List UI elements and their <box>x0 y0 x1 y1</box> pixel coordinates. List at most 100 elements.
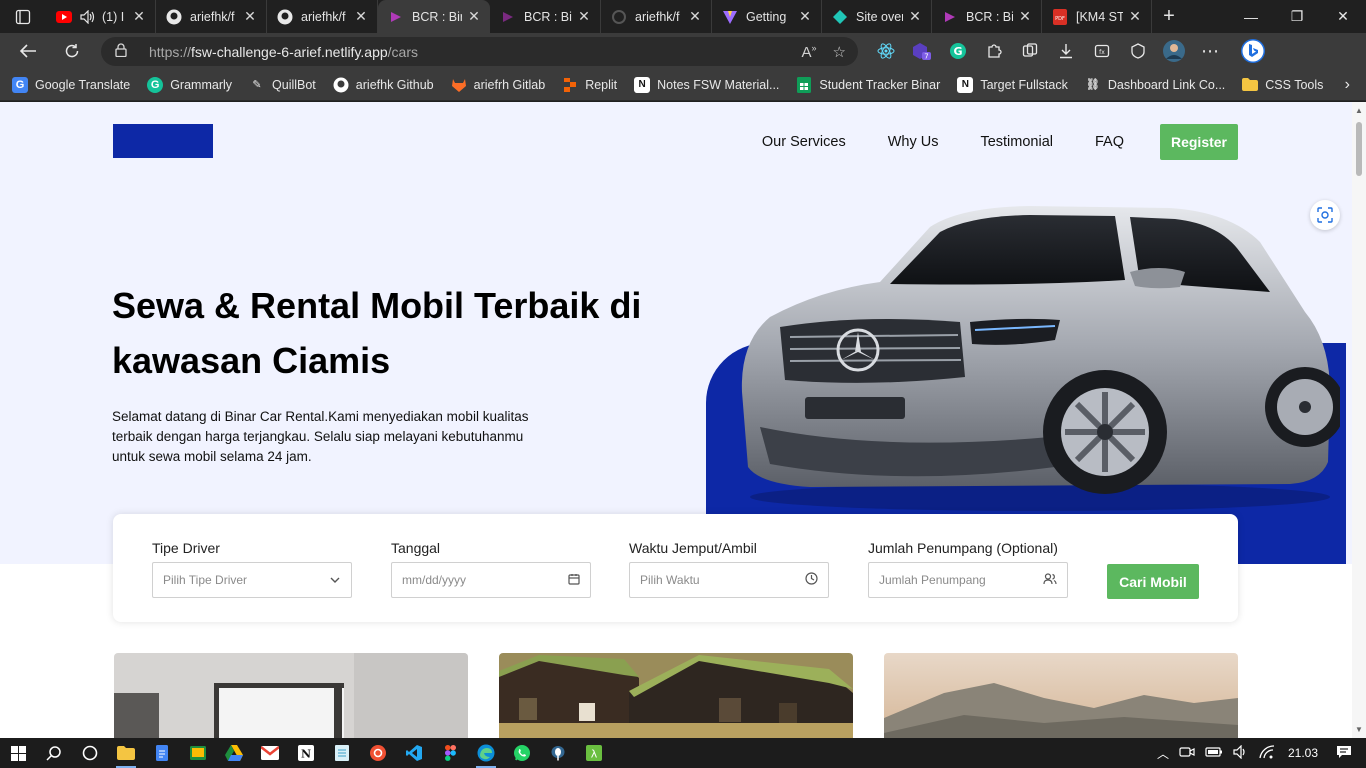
browser-tab[interactable]: (1) I ✕ <box>46 0 156 33</box>
bookmark-quillbot[interactable]: ✎ QuillBot <box>249 77 315 93</box>
close-tab-icon[interactable]: ✕ <box>1017 8 1033 25</box>
pickup-time-input[interactable]: Pilih Waktu <box>629 562 829 598</box>
nav-link-faq[interactable]: FAQ <box>1095 134 1124 150</box>
car-card-image[interactable] <box>884 653 1238 738</box>
browser-tab[interactable]: Site over ✕ <box>822 0 932 33</box>
bookmark-notes-fsw[interactable]: N Notes FSW Material... <box>634 76 779 93</box>
extensions-puzzle-icon[interactable] <box>976 33 1012 69</box>
scroll-down-icon[interactable]: ▼ <box>1352 725 1366 734</box>
favorite-add-icon[interactable]: ☆ <box>833 43 846 61</box>
scrollbar-thumb[interactable] <box>1356 122 1362 176</box>
postgresql-icon[interactable] <box>540 738 576 768</box>
bookmark-student-tracker[interactable]: Student Tracker Binar <box>796 76 940 93</box>
file-explorer-icon[interactable] <box>108 738 144 768</box>
gmail-icon[interactable] <box>252 738 288 768</box>
cortana-icon[interactable] <box>72 738 108 768</box>
split-screen-icon[interactable] <box>1012 33 1048 69</box>
driver-type-select[interactable]: Pilih Tipe Driver <box>152 562 352 598</box>
browser-tab[interactable]: PDF [KM4 ST ✕ <box>1042 0 1152 33</box>
google-drive-icon[interactable] <box>216 738 252 768</box>
nav-link-why-us[interactable]: Why Us <box>888 134 939 150</box>
calendar-icon[interactable] <box>568 573 580 588</box>
google-docs-icon[interactable] <box>144 738 180 768</box>
more-menu-icon[interactable]: ⋯ <box>1192 33 1228 69</box>
browser-tab[interactable]: Getting ✕ <box>712 0 822 33</box>
address-bar[interactable]: https://fsw-challenge-6-arief.netlify.ap… <box>101 37 858 66</box>
browser-tab[interactable]: ariefhk/f ✕ <box>156 0 267 33</box>
close-tab-icon[interactable]: ✕ <box>576 8 592 25</box>
tray-overflow-icon[interactable]: ︿ <box>1157 745 1169 762</box>
windows-start-icon[interactable] <box>0 738 36 768</box>
grammarly-icon[interactable]: G <box>940 33 976 69</box>
bookmark-github[interactable]: ariefhk Github <box>333 77 434 93</box>
refresh-icon[interactable] <box>52 33 92 69</box>
close-tab-icon[interactable]: ✕ <box>466 8 482 25</box>
close-tab-icon[interactable]: ✕ <box>907 8 923 25</box>
web-capture-icon[interactable]: fx <box>1084 33 1120 69</box>
performance-icon[interactable] <box>1120 33 1156 69</box>
bookmark-dashboard-link[interactable]: ⛓ Dashboard Link Co... <box>1085 77 1225 93</box>
bookmark-google-translate[interactable]: G Google Translate <box>12 76 130 93</box>
whatsapp-icon[interactable] <box>504 738 540 768</box>
lambda-app-icon[interactable]: λ <box>576 738 612 768</box>
back-icon[interactable] <box>8 33 48 69</box>
close-window-icon[interactable]: ✕ <box>1320 0 1366 33</box>
visual-search-icon[interactable] <box>1310 200 1340 230</box>
date-label: Tanggal <box>391 540 441 556</box>
google-classroom-icon[interactable] <box>180 738 216 768</box>
browser-tab[interactable]: BCR : Bir ✕ <box>932 0 1042 33</box>
register-button[interactable]: Register <box>1160 123 1238 160</box>
battery-icon[interactable] <box>1205 746 1223 760</box>
nav-link-our-services[interactable]: Our Services <box>762 134 846 150</box>
meet-now-icon[interactable] <box>1179 745 1195 762</box>
close-tab-icon[interactable]: ✕ <box>687 8 703 25</box>
car-card-image[interactable] <box>114 653 468 738</box>
figma-icon[interactable] <box>432 738 468 768</box>
browser-tab-active[interactable]: BCR : Bir ✕ <box>378 0 490 33</box>
clock-time[interactable]: 21.03 <box>1288 746 1318 760</box>
close-tab-icon[interactable]: ✕ <box>353 8 369 25</box>
extension-badge-icon[interactable]: 7 <box>904 33 940 69</box>
new-tab-button[interactable]: + <box>1152 0 1186 33</box>
site-logo[interactable] <box>113 124 213 158</box>
tab-actions-icon[interactable] <box>0 0 46 33</box>
edge-browser-icon[interactable] <box>468 738 504 768</box>
close-tab-icon[interactable]: ✕ <box>131 8 147 25</box>
lock-icon[interactable] <box>115 43 135 60</box>
restore-icon[interactable]: ❐ <box>1274 0 1320 33</box>
browser-tab[interactable]: ariefhk/f ✕ <box>601 0 712 33</box>
profile-avatar[interactable] <box>1156 33 1192 69</box>
car-card-image[interactable] <box>499 653 853 738</box>
minimize-icon[interactable]: — <box>1228 0 1274 33</box>
page-scrollbar[interactable]: ▲ ▼ <box>1352 102 1366 738</box>
search-icon[interactable] <box>36 738 72 768</box>
bookmark-gitlab[interactable]: ariefrh Gitlab <box>451 77 545 93</box>
notifications-icon[interactable] <box>1336 745 1352 762</box>
speaker-icon[interactable] <box>80 9 96 25</box>
nav-link-testimonial[interactable]: Testimonial <box>980 134 1053 150</box>
date-input[interactable]: mm/dd/yyyy <box>391 562 591 598</box>
bookmark-grammarly[interactable]: G Grammarly <box>147 76 232 93</box>
scroll-up-icon[interactable]: ▲ <box>1352 106 1366 115</box>
volume-icon[interactable] <box>1233 744 1249 762</box>
browser-tab[interactable]: ariefhk/f ✕ <box>267 0 378 33</box>
close-tab-icon[interactable]: ✕ <box>1127 8 1143 25</box>
wifi-icon[interactable] <box>1259 744 1275 762</box>
git-client-icon[interactable] <box>360 738 396 768</box>
read-aloud-icon[interactable]: A» <box>802 43 817 61</box>
notepad-icon[interactable] <box>324 738 360 768</box>
vscode-icon[interactable] <box>396 738 432 768</box>
passenger-count-input[interactable]: Jumlah Penumpang <box>868 562 1068 598</box>
bookmark-replit[interactable]: Replit <box>562 77 617 93</box>
notion-app-icon[interactable]: N <box>288 738 324 768</box>
close-tab-icon[interactable]: ✕ <box>797 8 813 25</box>
bookmark-target-fullstack[interactable]: N Target Fullstack <box>957 76 1068 93</box>
bing-chat-icon[interactable] <box>1228 33 1278 69</box>
close-tab-icon[interactable]: ✕ <box>242 8 258 25</box>
search-cars-button[interactable]: Cari Mobil <box>1107 564 1199 599</box>
react-devtools-icon[interactable] <box>868 33 904 69</box>
bookmark-css-tools[interactable]: CSS Tools <box>1242 77 1323 93</box>
bookmarks-overflow-icon[interactable]: › <box>1345 69 1350 101</box>
downloads-icon[interactable] <box>1048 33 1084 69</box>
browser-tab[interactable]: BCR : Bir ✕ <box>490 0 601 33</box>
